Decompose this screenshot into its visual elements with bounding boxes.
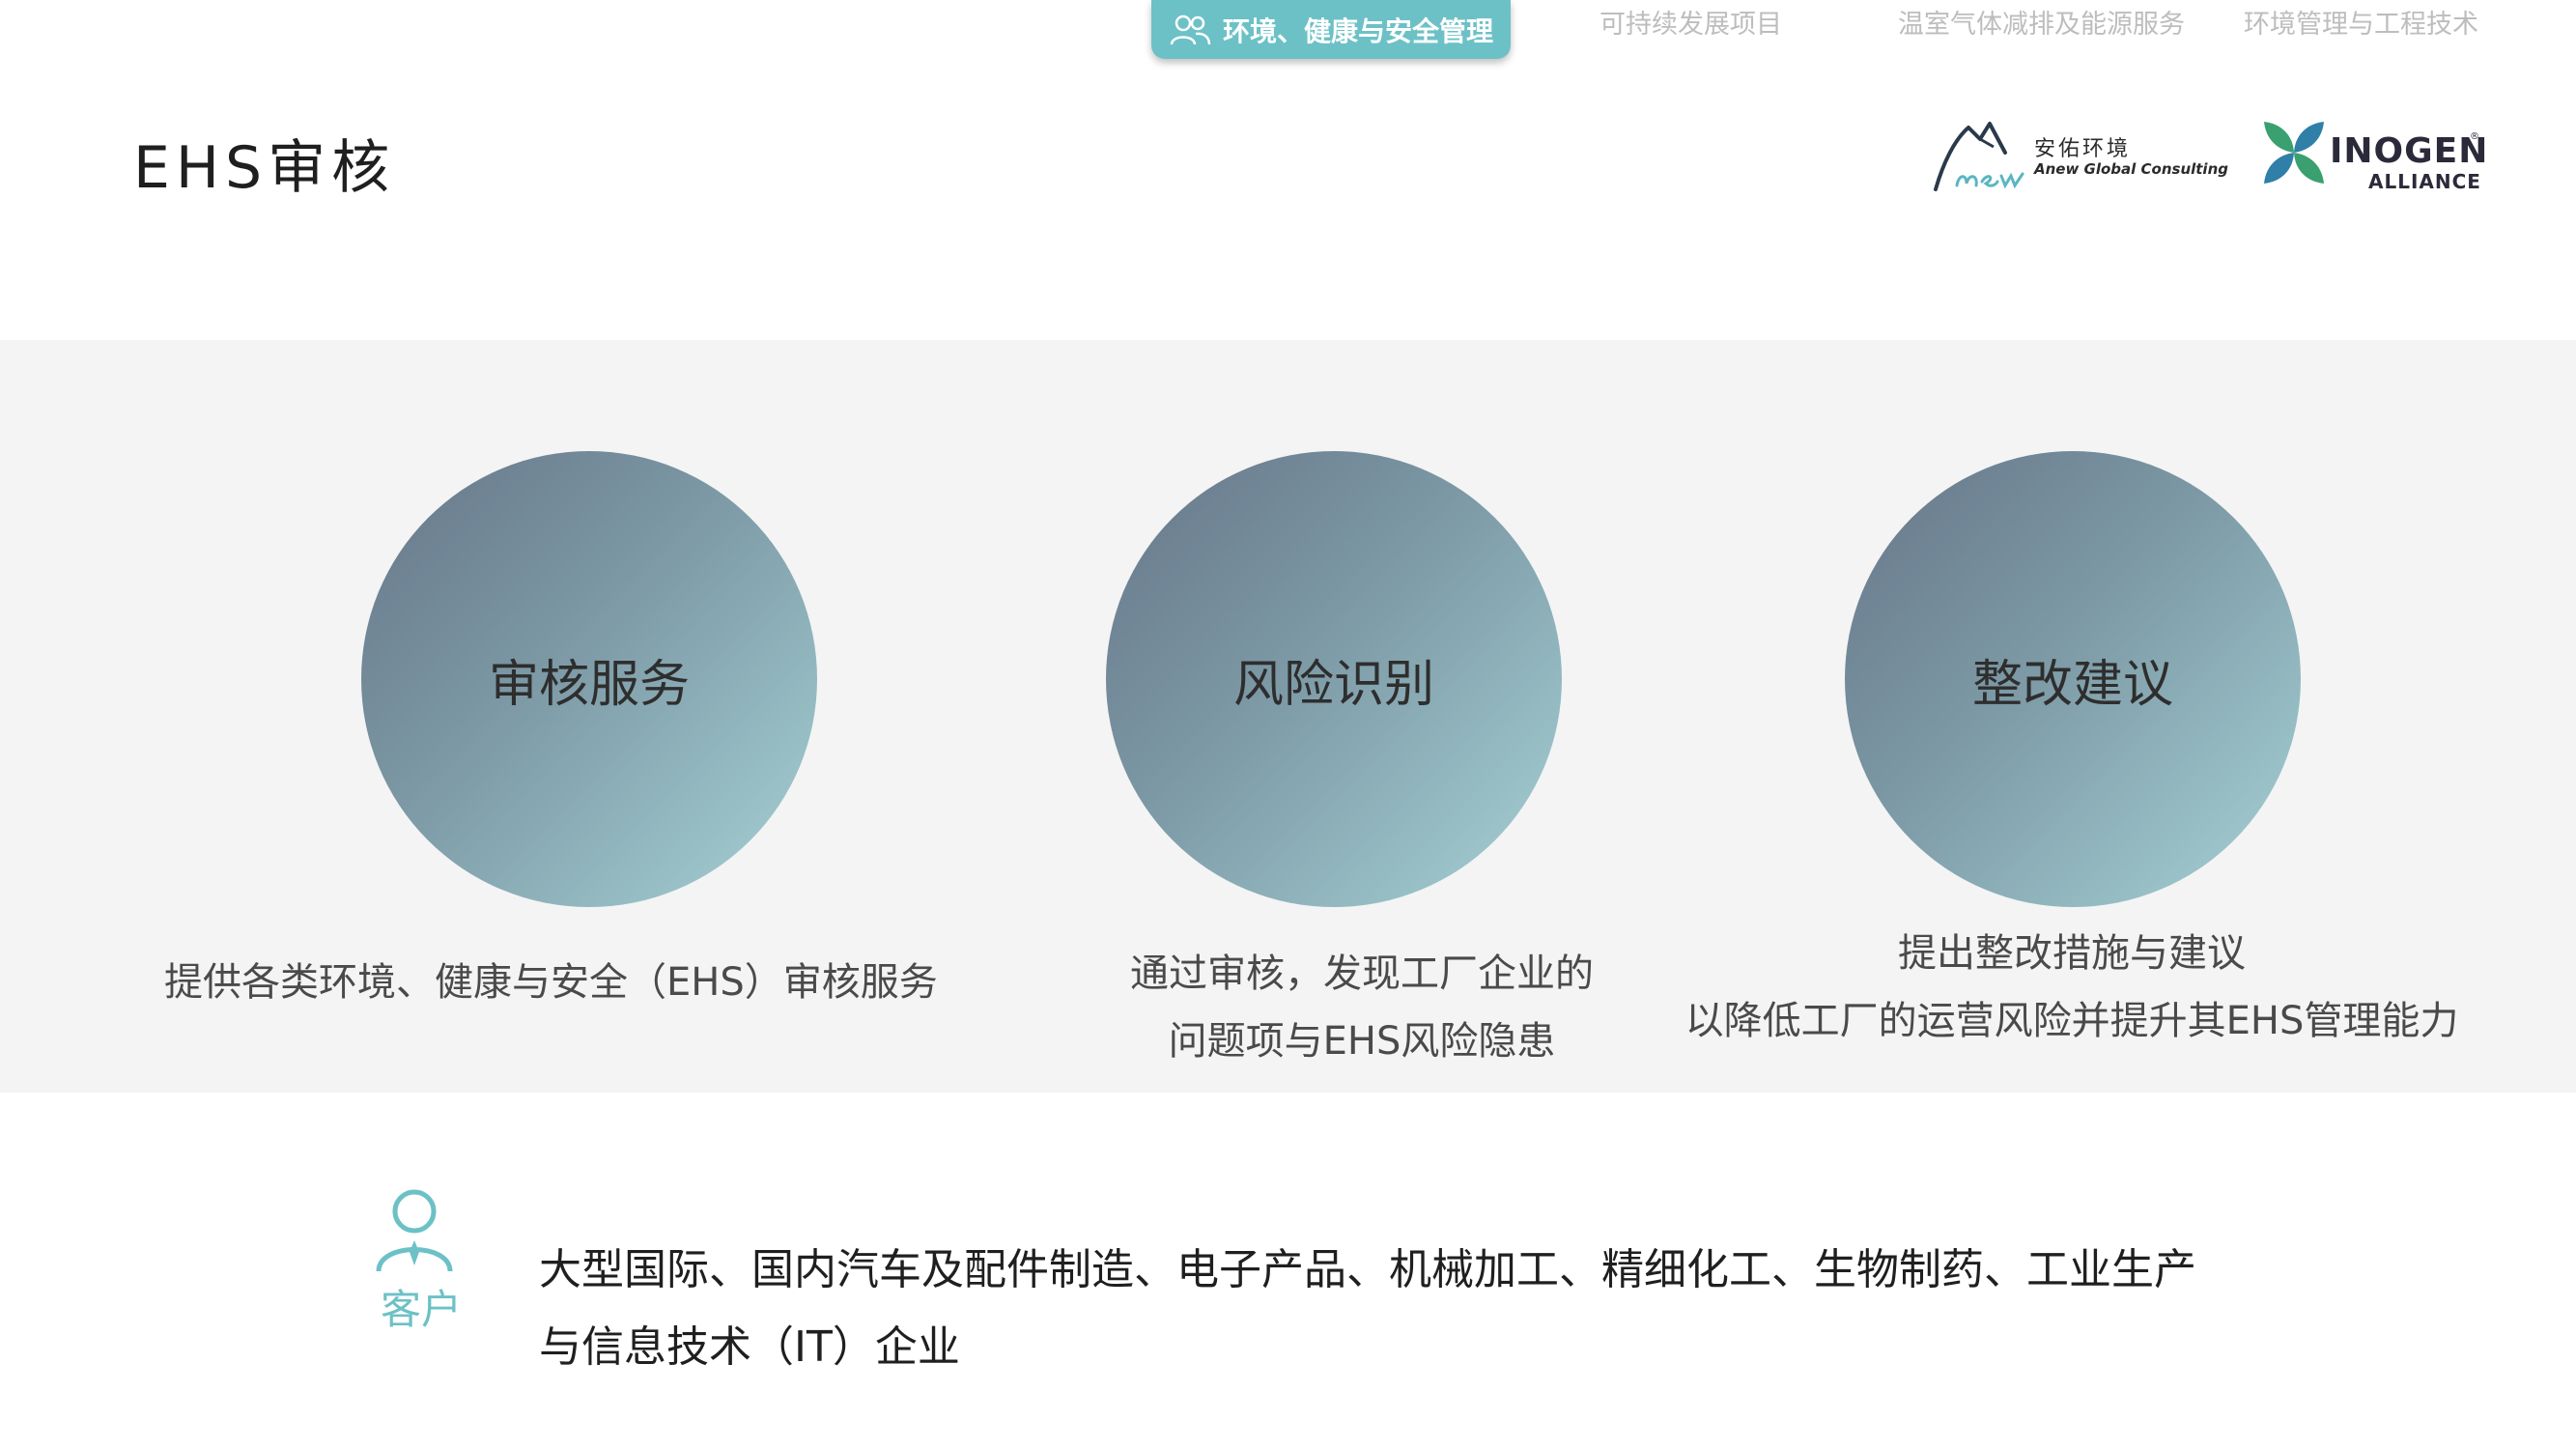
inogen-name: INOGEN [2330,131,2489,171]
service-title: 审核服务 [488,655,690,714]
tab-ehs-management[interactable]: 环境、健康与安全管理 [1151,0,1511,59]
desc-line: 以降低工厂的运营风险并提升其EHS管理能力 [1684,999,2459,1043]
tab-sustainability[interactable]: 可持续发展项目 [1599,6,1782,44]
desc-line: 提出整改措施与建议 [1898,931,2246,976]
people-icon [1170,14,1211,44]
inogen-leaf-icon [2264,122,2324,184]
tab-ghg-energy[interactable]: 温室气体减排及能源服务 [1898,6,2185,44]
service-title: 风险识别 [1232,655,1434,714]
inogen-sub: ALLIANCE [2368,170,2481,193]
service-desc-risk: 通过审核，发现工厂企业的 问题项与EHS风险隐患 [1072,940,1652,1075]
client-label: 客户 [381,1286,463,1333]
inogen-registered-mark: ® [2470,131,2479,142]
service-circle-audit: 审核服务 [361,451,817,907]
service-title: 整改建议 [1971,655,2173,714]
anew-name-cn: 安佑环境 [2034,137,2132,161]
page-title: EHS审核 [133,134,396,202]
client-description: 大型国际、国内汽车及配件制造、电子产品、机械加工、精细化工、生物制药、工业生产 … [539,1232,2278,1386]
service-circle-risk: 风险识别 [1106,451,1562,907]
tab-ehs-label: 环境、健康与安全管理 [1222,14,1493,47]
anew-name-en: Anew Global Consulting [2034,160,2228,178]
tab-env-engineering[interactable]: 环境管理与工程技术 [2244,6,2478,44]
person-icon [376,1189,453,1272]
service-desc-audit: 提供各类环境、健康与安全（EHS）审核服务 [164,949,938,1016]
service-circle-rectification: 整改建议 [1845,451,2301,907]
anew-mountain-icon [1934,122,2024,191]
desc-line: 问题项与EHS风险隐患 [1168,1019,1556,1064]
service-desc-rectification: 提出整改措施与建议 以降低工厂的运营风险并提升其EHS管理能力 [1676,920,2468,1055]
desc-line: 提供各类环境、健康与安全（EHS）审核服务 [164,960,938,1005]
inogen-logo: INOGEN ® ALLIANCE [2260,118,2487,195]
client-line: 与信息技术（IT）企业 [539,1322,960,1372]
anew-logo: 安佑环境 Anew Global Consulting [1930,114,2228,191]
desc-line: 通过审核，发现工厂企业的 [1130,952,1594,996]
client-line: 大型国际、国内汽车及配件制造、电子产品、机械加工、精细化工、生物制药、工业生产 [539,1245,2196,1294]
